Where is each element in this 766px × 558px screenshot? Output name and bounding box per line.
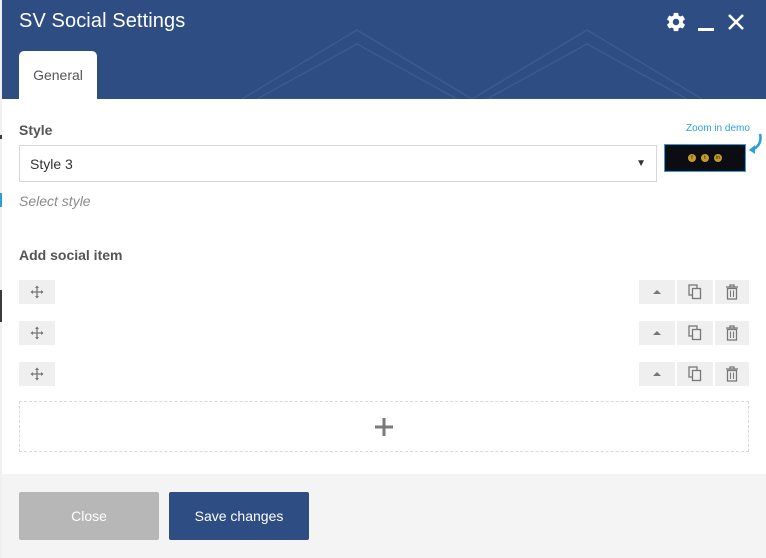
style-demo-preview[interactable]: f t in — [664, 144, 746, 172]
trash-icon[interactable] — [715, 362, 749, 386]
add-social-item-button[interactable] — [19, 401, 749, 452]
chevron-up-icon[interactable] — [639, 321, 675, 345]
copy-icon[interactable] — [677, 362, 713, 386]
dialog-footer: Close Save changes — [2, 474, 766, 558]
save-changes-button[interactable]: Save changes — [169, 492, 309, 540]
caret-down-icon: ▼ — [636, 158, 646, 169]
tab-general[interactable]: General — [19, 51, 97, 99]
style-select-value: Style 3 — [30, 155, 73, 172]
close-button[interactable]: Close — [19, 492, 159, 540]
zoom-demo-link[interactable]: Zoom in demo — [686, 123, 750, 134]
gear-icon[interactable] — [664, 10, 688, 34]
plus-icon — [375, 417, 393, 436]
trash-icon[interactable] — [715, 321, 749, 345]
facebook-icon: f — [688, 154, 696, 162]
copy-icon[interactable] — [677, 321, 713, 345]
trash-icon[interactable] — [715, 280, 749, 304]
dialog-header: SV Social Settings General — [2, 0, 766, 99]
close-icon[interactable] — [724, 10, 748, 34]
move-icon[interactable] — [19, 280, 55, 304]
move-icon[interactable] — [19, 362, 55, 386]
dialog-title: SV Social Settings — [19, 10, 186, 32]
curved-arrow-icon — [749, 133, 762, 154]
linkedin-icon: in — [714, 154, 722, 162]
copy-icon[interactable] — [677, 280, 713, 304]
style-label: Style — [19, 122, 53, 138]
social-items-label: Add social item — [19, 247, 123, 263]
style-hint: Select style — [19, 193, 91, 209]
style-select[interactable]: Style 3 ▼ — [19, 145, 657, 182]
move-icon[interactable] — [19, 321, 55, 345]
chevron-up-icon[interactable] — [639, 362, 675, 386]
chevron-up-icon[interactable] — [639, 280, 675, 304]
minimize-icon[interactable] — [696, 10, 716, 34]
twitter-icon: t — [701, 154, 709, 162]
settings-dialog: SV Social Settings General Style Style 3… — [2, 0, 766, 558]
tab-label: General — [33, 67, 83, 83]
